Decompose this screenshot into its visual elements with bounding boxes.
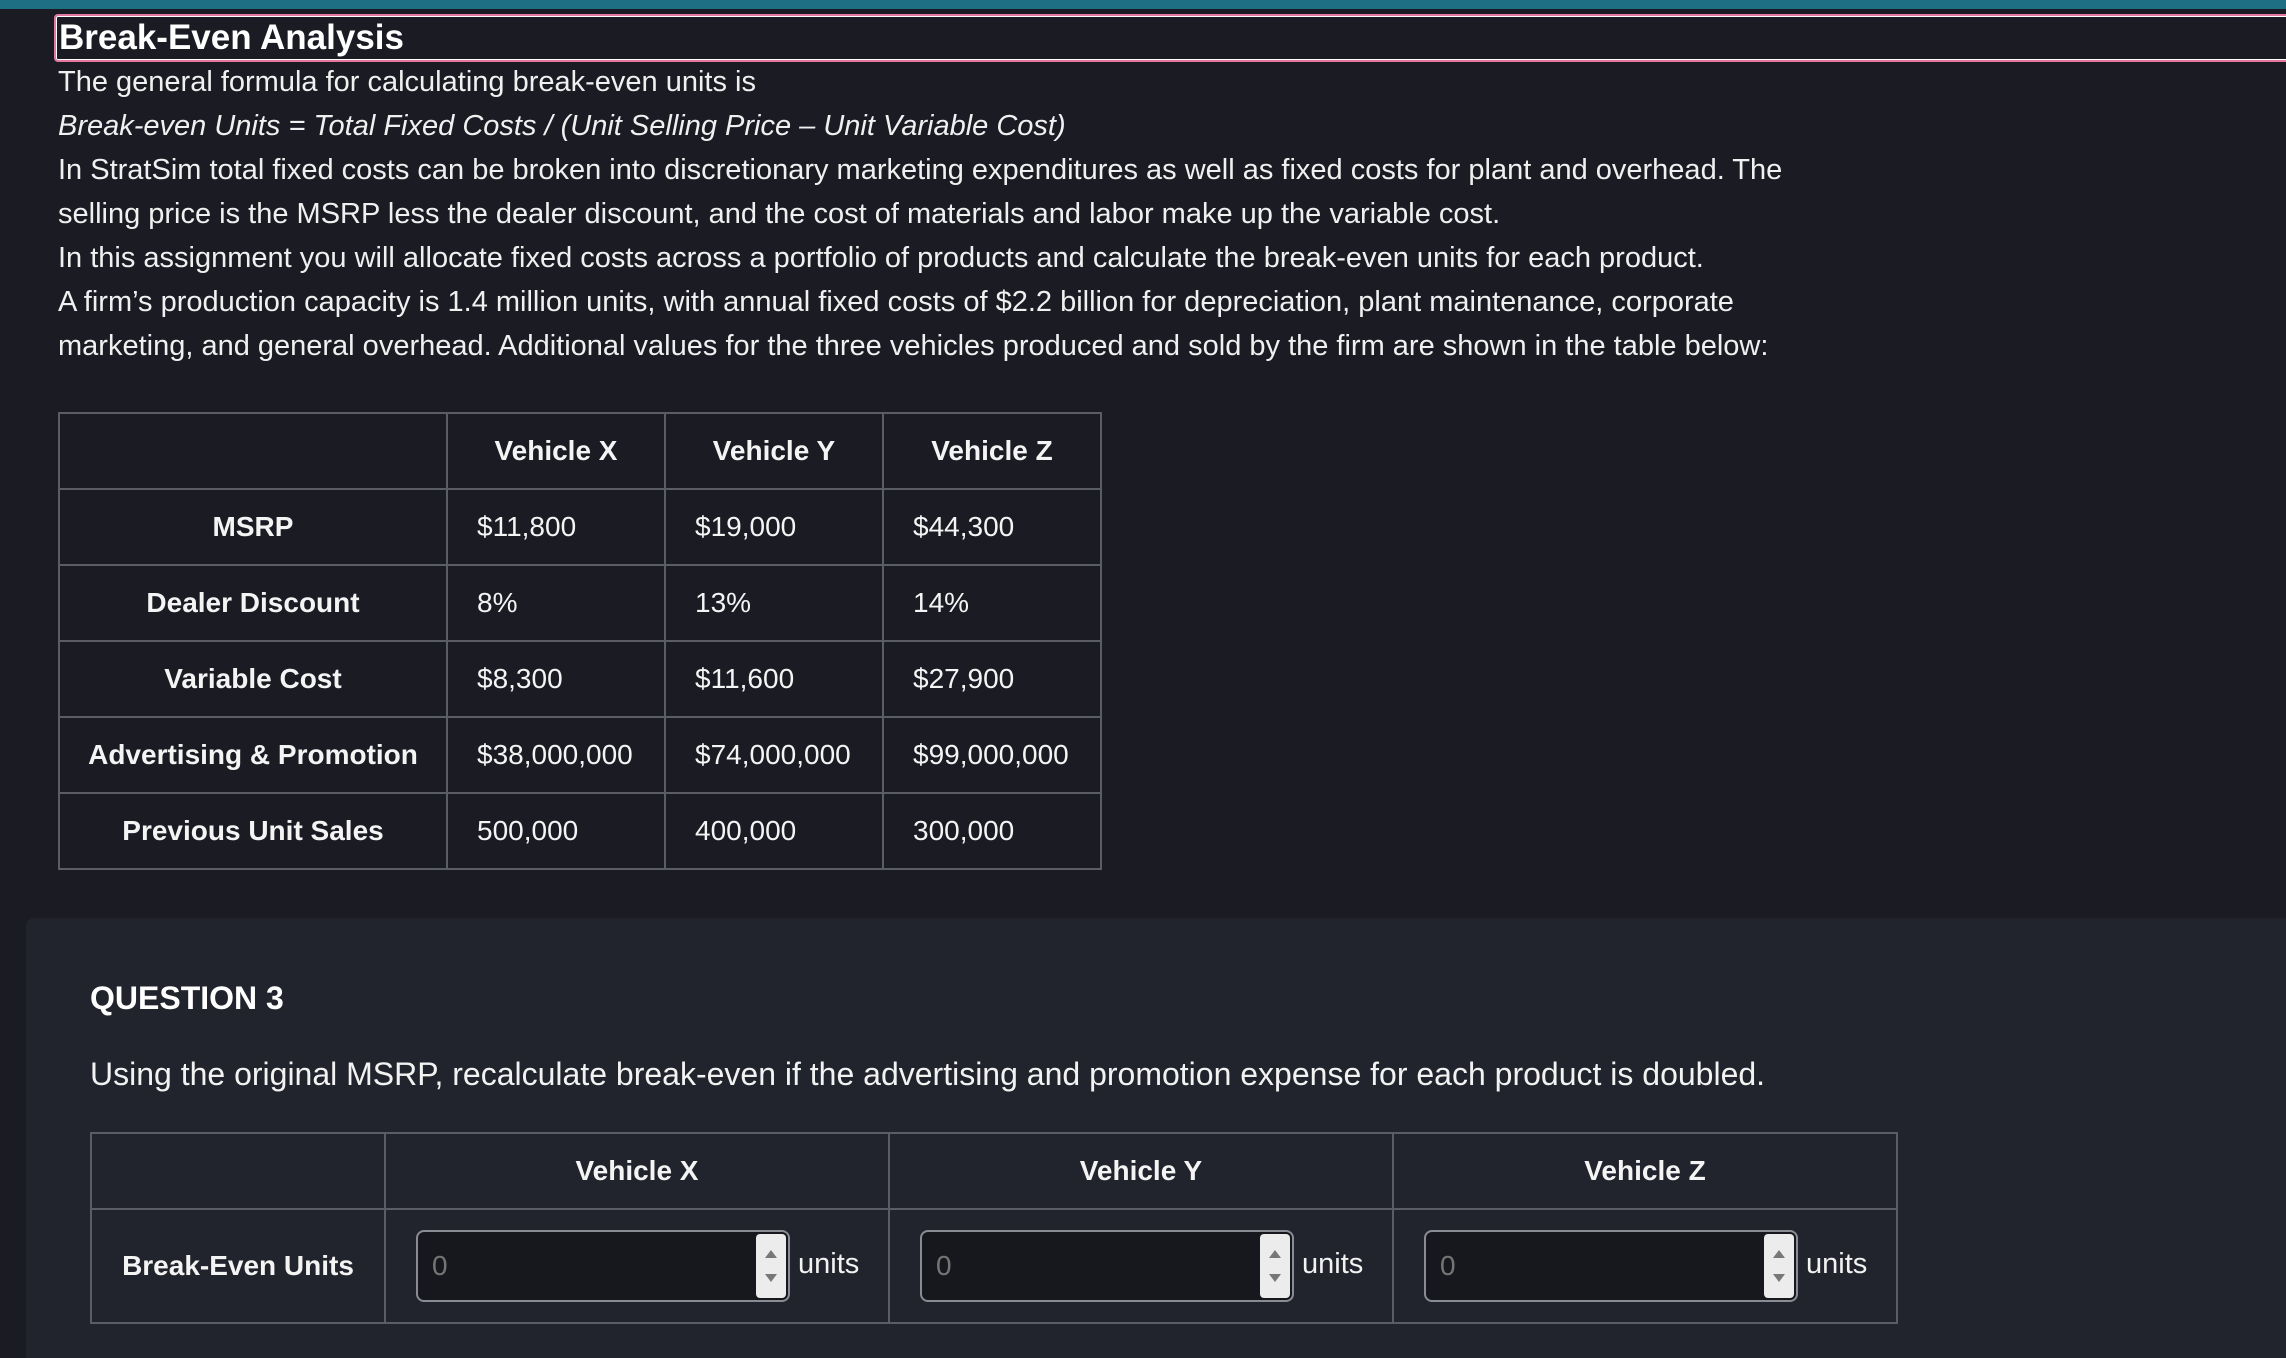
answer-table: Vehicle X Vehicle Y Vehicle Z Break-Even… [90, 1132, 1898, 1324]
spin-down-icon[interactable] [1773, 1274, 1785, 1282]
table-cell: 8% [446, 564, 666, 642]
break-even-input-vehicle-z[interactable] [1426, 1232, 1760, 1300]
answer-cell-vehicle-x: units [384, 1208, 890, 1324]
row-header: MSRP [58, 488, 448, 566]
intro-paragraph: A firm’s production capacity is 1.4 mill… [58, 286, 1769, 362]
table-cell: $19,000 [664, 488, 884, 566]
table-corner-cell [90, 1132, 386, 1210]
intro-line: The general formula for calculating brea… [58, 66, 756, 98]
answer-cell-vehicle-z: units [1392, 1208, 1898, 1324]
column-header: Vehicle X [384, 1132, 890, 1210]
row-header: Break-Even Units [90, 1208, 386, 1324]
table-cell: 500,000 [446, 792, 666, 870]
section-title: Break-Even Analysis [54, 14, 2286, 62]
table-row: Variable Cost $8,300 $11,600 $27,900 [58, 640, 1102, 718]
number-spinner[interactable] [1260, 1234, 1290, 1298]
row-header: Previous Unit Sales [58, 792, 448, 870]
answer-field: units [1424, 1230, 1895, 1302]
column-header: Vehicle Z [1392, 1132, 1898, 1210]
row-header: Dealer Discount [58, 564, 448, 642]
table-row: Break-Even Units units [90, 1208, 1898, 1324]
question-text: Using the original MSRP, recalculate bre… [90, 1056, 1766, 1092]
column-header: Vehicle Y [888, 1132, 1394, 1210]
answer-cell-vehicle-y: units [888, 1208, 1394, 1324]
number-box [1424, 1230, 1798, 1302]
table-cell: $44,300 [882, 488, 1102, 566]
spin-up-icon[interactable] [1773, 1250, 1785, 1258]
table-cell: $11,600 [664, 640, 884, 718]
question-heading: QUESTION 3 [90, 980, 284, 1016]
number-spinner[interactable] [756, 1234, 786, 1298]
table-header-row: Vehicle X Vehicle Y Vehicle Z [90, 1132, 1898, 1210]
spin-up-icon[interactable] [765, 1250, 777, 1258]
vehicle-values-table: Vehicle X Vehicle Y Vehicle Z MSRP $11,8… [58, 412, 1102, 870]
column-header: Vehicle Z [882, 412, 1102, 490]
intro-paragraph: In this assignment you will allocate fix… [58, 242, 1704, 274]
table-row: Advertising & Promotion $38,000,000 $74,… [58, 716, 1102, 794]
spin-down-icon[interactable] [765, 1274, 777, 1282]
table-cell: $11,800 [446, 488, 666, 566]
intro-text: The general formula for calculating brea… [58, 60, 1838, 368]
table-cell: 300,000 [882, 792, 1102, 870]
unit-label: units [1806, 1247, 1868, 1280]
table-corner-cell [58, 412, 448, 490]
table-cell: $74,000,000 [664, 716, 884, 794]
table-row: Dealer Discount 8% 13% 14% [58, 564, 1102, 642]
table-cell: 14% [882, 564, 1102, 642]
unit-label: units [1302, 1247, 1364, 1280]
number-spinner[interactable] [1764, 1234, 1794, 1298]
top-accent-bar [0, 0, 2286, 9]
break-even-formula: Break-even Units = Total Fixed Costs / (… [58, 110, 1066, 142]
number-box [416, 1230, 790, 1302]
table-cell: $8,300 [446, 640, 666, 718]
spin-down-icon[interactable] [1269, 1274, 1281, 1282]
table-row: Previous Unit Sales 500,000 400,000 300,… [58, 792, 1102, 870]
number-box [920, 1230, 1294, 1302]
intro-paragraph: In StratSim total fixed costs can be bro… [58, 154, 1783, 230]
unit-label: units [798, 1247, 860, 1280]
answer-field: units [920, 1230, 1391, 1302]
table-header-row: Vehicle X Vehicle Y Vehicle Z [58, 412, 1102, 490]
column-header: Vehicle X [446, 412, 666, 490]
table-cell: 13% [664, 564, 884, 642]
answer-field: units [416, 1230, 887, 1302]
table-cell: 400,000 [664, 792, 884, 870]
row-header: Advertising & Promotion [58, 716, 448, 794]
table-row: MSRP $11,800 $19,000 $44,300 [58, 488, 1102, 566]
row-header: Variable Cost [58, 640, 448, 718]
table-cell: $99,000,000 [882, 716, 1102, 794]
break-even-input-vehicle-x[interactable] [418, 1232, 752, 1300]
table-cell: $38,000,000 [446, 716, 666, 794]
table-cell: $27,900 [882, 640, 1102, 718]
column-header: Vehicle Y [664, 412, 884, 490]
spin-up-icon[interactable] [1269, 1250, 1281, 1258]
break-even-input-vehicle-y[interactable] [922, 1232, 1256, 1300]
